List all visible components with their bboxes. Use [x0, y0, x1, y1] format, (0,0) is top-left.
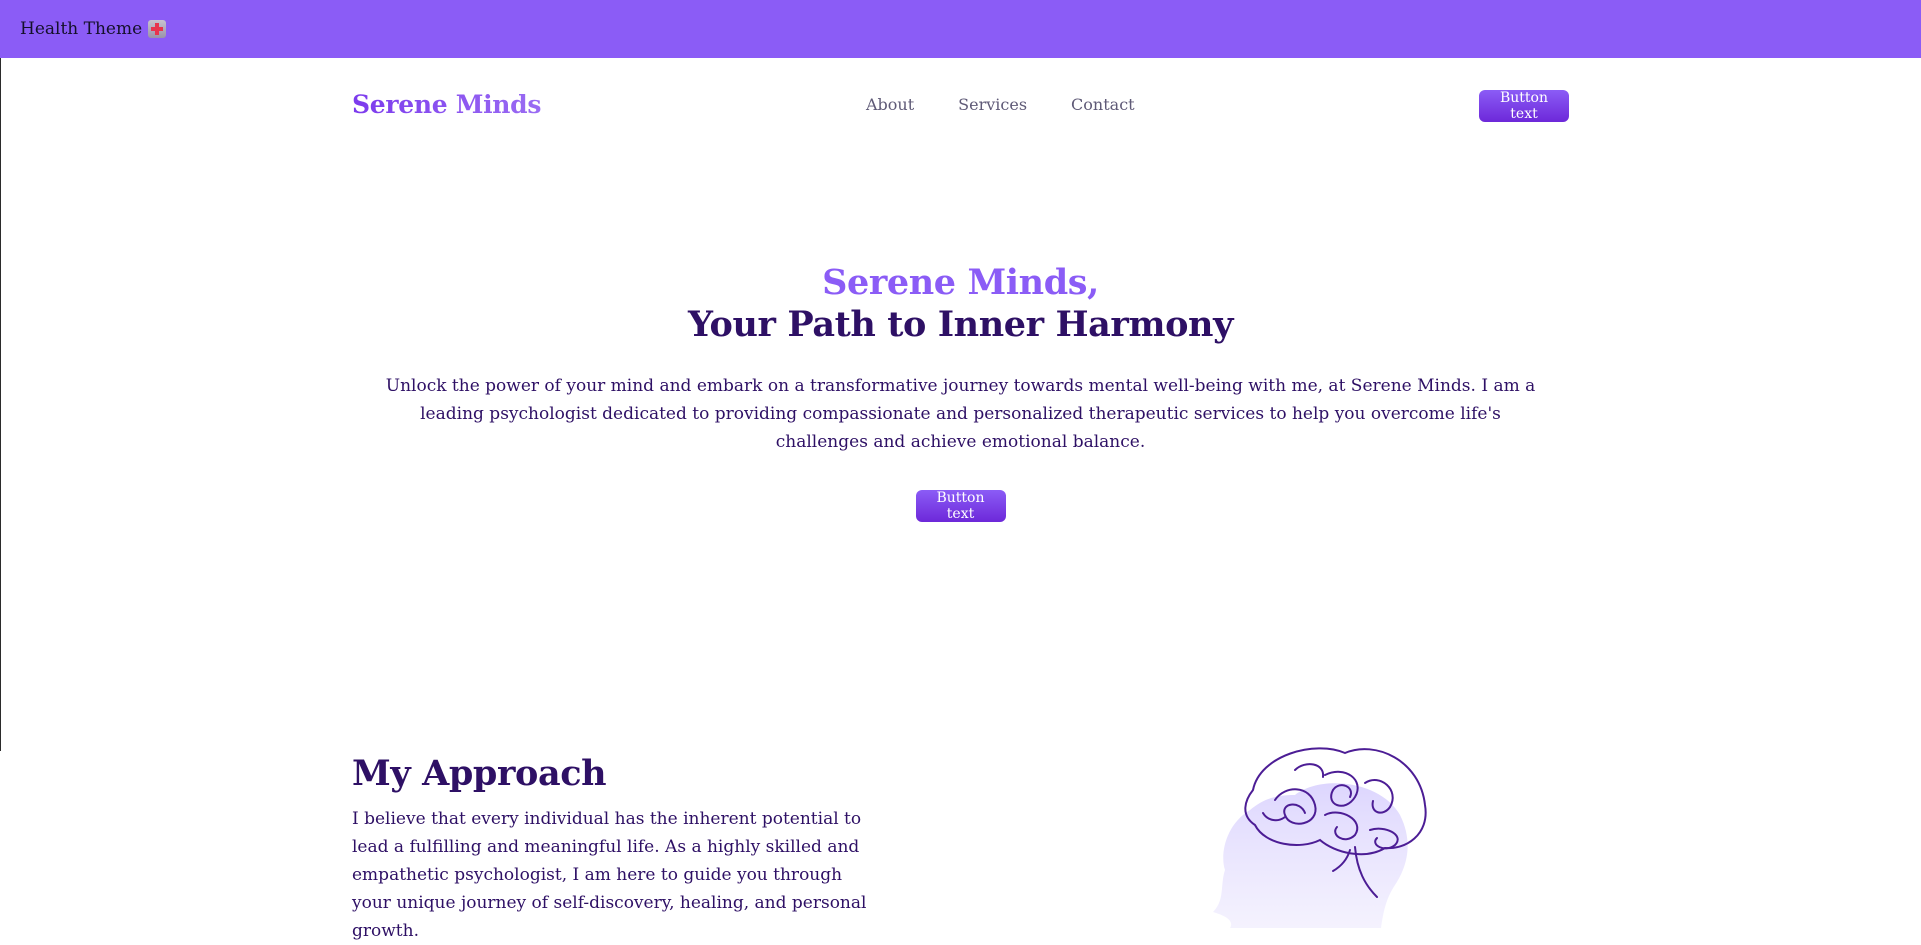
approach-body: I believe that every individual has the …: [352, 809, 867, 941]
hero-title-line-2: Your Path to Inner Harmony: [687, 304, 1234, 345]
banner-title: Health Theme: [20, 19, 143, 39]
approach-heading: My Approach: [352, 753, 607, 794]
approach-section: My Approach I believe that every individ…: [352, 752, 892, 945]
nav-contact-link[interactable]: Contact: [1071, 95, 1135, 114]
hero-description: Unlock the power of your mind and embark…: [385, 376, 1536, 452]
hero-section: Serene Minds, Your Path to Inner Harmony…: [0, 262, 1921, 522]
nav-services-link[interactable]: Services: [958, 95, 1027, 114]
main-nav: About Services Contact: [866, 95, 1179, 114]
nav-about-link[interactable]: About: [866, 95, 914, 114]
hero-cta-button[interactable]: Button text: [915, 490, 1006, 522]
hero-title-line-1: Serene Minds,: [822, 262, 1099, 303]
header-cta-button[interactable]: Button text: [1479, 90, 1569, 122]
hospital-icon: [148, 20, 167, 38]
head-brain-icon: [1205, 735, 1435, 928]
site-header: Serene Minds About Services Contact Butt…: [352, 88, 1569, 124]
brand-logo[interactable]: Serene Minds: [352, 90, 541, 119]
top-banner: Health Theme: [0, 0, 1921, 58]
